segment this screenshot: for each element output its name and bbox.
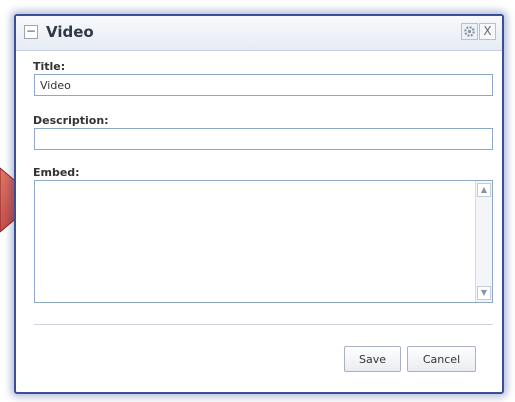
description-input[interactable] (34, 128, 493, 150)
collapse-icon[interactable]: − (24, 25, 38, 39)
scroll-down-icon[interactable]: ▼ (477, 286, 491, 300)
dialog-title: Video (46, 23, 94, 41)
title-input[interactable] (34, 74, 493, 96)
scroll-up-icon[interactable]: ▲ (477, 183, 491, 197)
dialog-titlebar: − Video X (16, 16, 502, 51)
close-icon[interactable]: X (479, 23, 496, 40)
save-button[interactable]: Save (344, 346, 401, 372)
video-dialog: − Video X Title: Description: Embed: ▲ ▼… (14, 14, 504, 394)
embed-scrollbar[interactable]: ▲ ▼ (475, 181, 492, 302)
title-label: Title: (33, 60, 66, 73)
embed-textarea[interactable]: ▲ ▼ (34, 180, 493, 303)
description-label: Description: (33, 114, 109, 127)
embed-label: Embed: (33, 166, 80, 179)
gear-icon-glyph (464, 26, 475, 37)
gear-icon[interactable] (461, 23, 478, 40)
footer-divider (34, 324, 493, 325)
cancel-button[interactable]: Cancel (407, 346, 476, 372)
